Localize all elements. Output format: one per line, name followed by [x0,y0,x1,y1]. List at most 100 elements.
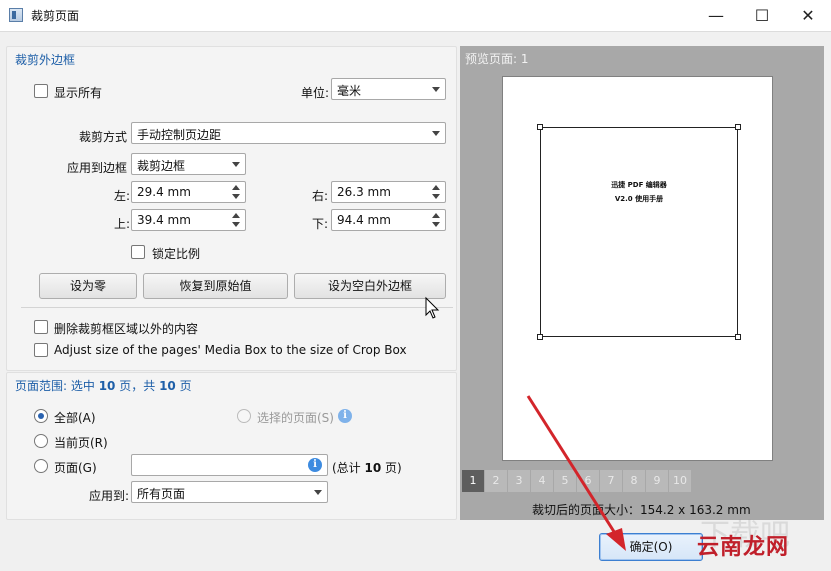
left-margin-spinbox[interactable]: 29.4 mm [131,181,246,203]
selected-count: 10 [98,379,116,393]
crop-handle-bottom-left[interactable] [537,334,543,340]
crop-handle-top-right[interactable] [735,124,741,130]
title-bar: 裁剪页面 — ☐ ✕ [0,0,831,31]
crop-handle-bottom-right[interactable] [735,334,741,340]
apply-to-box-select[interactable]: 裁剪边框 [131,153,246,175]
page-tab-6[interactable]: 6 [577,470,599,492]
preview-title: 预览页面: 1 [465,52,529,66]
pages-radio[interactable] [34,459,48,473]
show-all-checkbox[interactable] [34,84,48,98]
page-tab-2[interactable]: 2 [485,470,507,492]
pages-total-prefix: (总计 [332,461,361,475]
page-preview: 迅捷 PDF 编辑器 V2.0 使用手册 [502,76,773,461]
page-range-prefix: 页面范围: 选中 [15,379,95,393]
info-icon: i [338,409,352,423]
lock-ratio-label: 锁定比例 [152,247,201,261]
delete-outside-label: 删除裁剪框区域以外的内容 [54,322,199,336]
maximize-button[interactable]: ☐ [739,0,785,31]
dialog-client: 裁剪外边框 显示所有 单位: 毫米 裁剪方式 手动控制页边距 应用到边框 裁剪边… [0,31,831,571]
minimize-button[interactable]: — [693,0,739,31]
page-tab-7[interactable]: 7 [600,470,622,492]
crop-mode-label: 裁剪方式 [79,130,128,144]
page-range-group: 页面范围: 选中 10 页，共 10 页 全部(A) 选择的页面(S) i 当前… [6,372,457,520]
chevron-down-icon [432,131,440,136]
set-zero-button[interactable]: 设为零 [39,273,137,299]
spin-down-icon[interactable] [432,222,440,227]
spin-up-icon[interactable] [232,213,240,218]
adjust-media-box-label: Adjust size of the pages' Media Box to t… [54,343,407,357]
page-tab-4[interactable]: 4 [531,470,553,492]
chevron-down-icon [432,87,440,92]
pages-label: 页面(G) [54,461,97,475]
spin-down-icon[interactable] [232,194,240,199]
apply-to-select[interactable]: 所有页面 [131,481,328,503]
unit-select-value: 毫米 [337,84,362,98]
crop-margins-title: 裁剪外边框 [15,53,76,67]
selected-pages-radio[interactable] [237,409,251,423]
restore-original-button[interactable]: 恢复到原始值 [143,273,288,299]
page-tab-3[interactable]: 3 [508,470,530,492]
right-margin-spinbox[interactable]: 26.3 mm [331,181,446,203]
spin-up-icon[interactable] [432,185,440,190]
spin-down-icon[interactable] [232,222,240,227]
set-blank-margins-button[interactable]: 设为空白外边框 [294,273,446,299]
top-margin-spinbox[interactable]: 39.4 mm [131,209,246,231]
apply-to-label: 应用到: [89,489,130,503]
page-tab-10[interactable]: 10 [669,470,691,492]
right-margin-value: 26.3 mm [337,185,391,199]
page-tabs: 1 2 3 4 5 6 7 8 9 10 [462,470,692,492]
current-page-label: 当前页(R) [54,436,108,450]
current-page-radio[interactable] [34,434,48,448]
right-margin-label: 右: [312,189,329,203]
page-tab-5[interactable]: 5 [554,470,576,492]
left-margin-value: 29.4 mm [137,185,191,199]
ok-button[interactable]: 确定(O) [599,533,703,561]
page-tab-8[interactable]: 8 [623,470,645,492]
preview-panel: 预览页面: 1 迅捷 PDF 编辑器 V2.0 使用手册 1 2 3 4 5 6 7 8 9 10… [460,46,824,520]
apply-to-box-value: 裁剪边框 [137,159,186,173]
apply-to-box-label: 应用到边框 [67,161,128,175]
bottom-margin-label: 下: [312,217,329,231]
page-text-line1: 迅捷 PDF 编辑器 [611,181,667,189]
app-icon [9,8,23,22]
apply-to-value: 所有页面 [137,487,186,501]
watermark: 云南龙网 [697,535,790,560]
pages-total-suffix: 页) [385,461,402,475]
page-text-line2: V2.0 使用手册 [614,195,664,203]
bottom-margin-spinbox[interactable]: 94.4 mm [331,209,446,231]
top-margin-label: 上: [114,217,131,231]
page-tab-1[interactable]: 1 [462,470,484,492]
unit-label: 单位: [301,86,330,100]
all-pages-radio[interactable] [34,409,48,423]
bottom-margin-value: 94.4 mm [337,213,391,227]
all-pages-label: 全部(A) [54,411,96,425]
close-button[interactable]: ✕ [785,0,831,31]
pages-total-label: (总计 10 页) [332,459,402,476]
spin-down-icon[interactable] [432,194,440,199]
chevron-down-icon [232,162,240,167]
pages-input[interactable] [131,454,328,476]
spin-up-icon[interactable] [232,185,240,190]
unit-select[interactable]: 毫米 [331,78,446,100]
page-range-mid: 页，共 [119,379,156,393]
chevron-down-icon [314,490,322,495]
total-count: 10 [159,379,176,393]
page-range-suffix: 页 [179,379,192,393]
spin-up-icon[interactable] [432,213,440,218]
left-margin-label: 左: [114,189,131,203]
crop-rectangle[interactable]: 迅捷 PDF 编辑器 V2.0 使用手册 [540,127,738,337]
lock-ratio-checkbox[interactable] [131,245,145,259]
crop-mode-value: 手动控制页边距 [137,128,222,142]
delete-outside-checkbox[interactable] [34,320,48,334]
divider [21,307,453,308]
page-range-title: 页面范围: 选中 10 页，共 10 页 [15,377,192,394]
top-margin-value: 39.4 mm [137,213,191,227]
selected-pages-label: 选择的页面(S) [257,411,334,425]
crop-handle-top-left[interactable] [537,124,543,130]
info-icon[interactable]: i [308,458,322,472]
adjust-media-box-checkbox[interactable] [34,343,48,357]
crop-mode-select[interactable]: 手动控制页边距 [131,122,446,144]
pages-total-value: 10 [364,461,382,475]
page-tab-9[interactable]: 9 [646,470,668,492]
crop-margins-group: 裁剪外边框 显示所有 单位: 毫米 裁剪方式 手动控制页边距 应用到边框 裁剪边… [6,46,457,371]
